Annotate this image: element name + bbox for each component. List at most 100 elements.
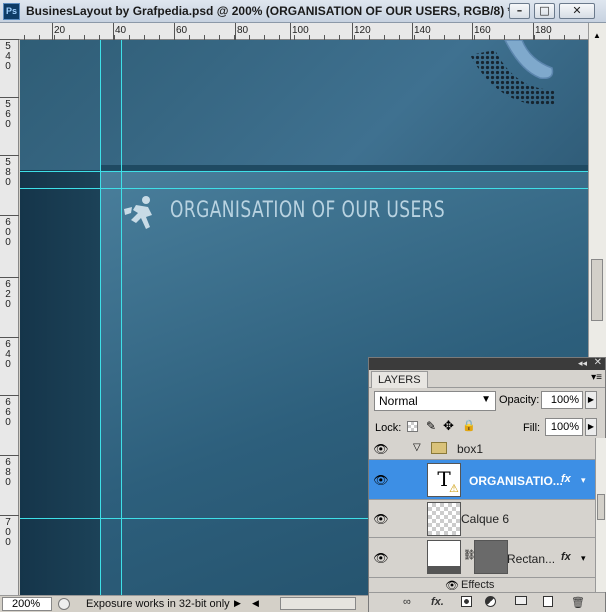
folder-icon [431, 442, 447, 454]
section-heading: ORGANISATION OF OUR USERS [170, 198, 446, 223]
horizontal-scroll-thumb[interactable] [280, 597, 356, 610]
decorative-halftone-graphic [470, 40, 555, 106]
close-button[interactable]: ✕ [559, 3, 595, 19]
layer-row[interactable]: 👁 ⛓ Rectan... fx ▾ [369, 538, 595, 578]
ruler-tick [0, 215, 19, 216]
layers-scroll-thumb[interactable] [597, 494, 605, 520]
left-shadow-panel [20, 170, 100, 595]
add-mask-icon[interactable] [461, 596, 472, 607]
layer-name[interactable]: Rectan... [507, 552, 555, 566]
ruler-label: 640 [5, 339, 11, 370]
group-name: box1 [457, 442, 484, 456]
visibility-eye-icon[interactable]: 👁 [373, 473, 389, 487]
transparent-layer-thumbnail [427, 502, 461, 536]
scroll-up-icon[interactable]: ▲ [591, 31, 603, 41]
opacity-label: Opacity: [499, 394, 540, 406]
ruler-tick [472, 23, 473, 40]
ruler-label: 700 [5, 517, 11, 548]
lock-all-icon[interactable]: 🔒 [462, 419, 476, 432]
ruler-tick [235, 23, 236, 40]
ruler-tick [0, 455, 19, 456]
expand-effects-icon[interactable]: ▾ [581, 475, 586, 486]
new-group-folder-icon[interactable] [515, 596, 527, 605]
chevron-down-icon[interactable]: ▽ [413, 442, 421, 453]
ruler-tick [0, 395, 19, 396]
status-menu-arrow-icon[interactable]: ▶ [234, 598, 241, 609]
visibility-eye-icon[interactable]: 👁 [373, 442, 389, 456]
ruler-label: 80 [237, 25, 249, 36]
blend-mode-select[interactable]: Normal ▼ [374, 391, 496, 411]
guide-horizontal[interactable] [20, 171, 588, 172]
title-bar: Ps BusinesLayout by Grafpedia.psd @ 200%… [0, 0, 606, 23]
status-bar: 200% Exposure works in 32-bit only ▶ [0, 595, 248, 612]
ruler-label: 60 [176, 25, 188, 36]
scroll-left-icon[interactable]: ◀ [252, 598, 259, 609]
ruler-tick [0, 39, 19, 40]
visibility-eye-icon[interactable]: 👁 [373, 551, 389, 565]
effects-label: Effects [461, 579, 495, 591]
ruler-tick [352, 23, 353, 40]
vertical-ruler[interactable]: 540 560 580 600 620 640 660 680 700 [0, 39, 19, 595]
layer-group-row[interactable]: 👁 ▽ box1 [369, 438, 595, 460]
ruler-label: 600 [5, 217, 11, 248]
warning-icon: ⚠ [449, 483, 459, 495]
link-layers-icon[interactable]: ∞ [403, 596, 411, 608]
lock-position-move-icon[interactable]: ✥ [443, 418, 454, 434]
layer-row[interactable]: 👁 Calque 6 [369, 500, 595, 538]
collapse-icon[interactable]: ◂◂ [578, 358, 587, 369]
panel-header-bar: ◂◂ ✕ [369, 357, 605, 370]
guide-vertical[interactable] [121, 40, 122, 595]
layer-row-selected[interactable]: 👁 T ⚠ ORGANISATIO... fx ▾ [369, 460, 595, 500]
layer-name[interactable]: Calque 6 [461, 512, 509, 526]
ruler-label: 40 [115, 25, 127, 36]
vertical-scrollbar[interactable]: ▲ [588, 23, 606, 363]
adjustment-layer-icon[interactable] [485, 596, 496, 607]
status-info-icon[interactable] [58, 598, 70, 610]
new-layer-icon[interactable] [543, 596, 553, 607]
status-message: Exposure works in 32-bit only [86, 598, 230, 610]
visibility-eye-icon[interactable]: 👁 [373, 512, 389, 526]
lock-transparency-icon[interactable] [407, 421, 418, 432]
effects-row[interactable]: 👁 Effects [369, 578, 595, 592]
panel-menu-icon[interactable]: ▾≡ [591, 372, 602, 383]
guide-vertical[interactable] [100, 40, 101, 595]
ruler-tick [0, 337, 19, 338]
maximize-button[interactable]: □ [534, 3, 555, 19]
guide-horizontal[interactable] [20, 188, 588, 189]
tab-layers[interactable]: LAYERS [371, 371, 428, 388]
fill-label: Fill: [523, 422, 541, 434]
blend-mode-value: Normal [379, 394, 418, 408]
layer-name[interactable]: ORGANISATIO... [469, 474, 563, 488]
minimize-button[interactable]: – [509, 3, 530, 19]
layers-scrollbar[interactable] [595, 438, 606, 592]
ruler-label: 620 [5, 279, 11, 310]
lock-image-brush-icon[interactable]: ✎ [426, 419, 436, 433]
vertical-scroll-thumb[interactable] [591, 259, 603, 321]
document-title: BusinesLayout by Grafpedia.psd @ 200% (O… [26, 4, 513, 18]
ruler-tick [52, 23, 53, 40]
panel-close-icon[interactable]: ✕ [594, 357, 602, 368]
add-style-fx-icon[interactable]: fx. [431, 596, 444, 608]
ruler-label: 540 [5, 41, 11, 72]
ruler-tick [412, 23, 413, 40]
zoom-level-field[interactable]: 200% [2, 597, 52, 611]
fx-icon[interactable]: fx [561, 473, 571, 485]
fill-slider-button[interactable]: ▶ [585, 418, 597, 436]
layers-panel: ◂◂ ✕ LAYERS ▾≡ Normal ▼ Opacity: 100% ▶ … [368, 357, 606, 612]
ruler-tick [0, 97, 19, 98]
ruler-tick [0, 155, 19, 156]
delete-layer-trash-icon[interactable]: 🗑 [571, 596, 585, 609]
chevron-down-icon: ▼ [481, 394, 491, 405]
photoshop-app-icon: Ps [3, 3, 20, 20]
opacity-field[interactable]: 100% [541, 391, 583, 409]
expand-effects-icon[interactable]: ▾ [581, 553, 586, 564]
ruler-label: 660 [5, 397, 11, 428]
runner-icon [124, 196, 152, 229]
fx-icon[interactable]: fx [561, 551, 571, 563]
horizontal-ruler[interactable]: 20 40 60 80 100 120 140 160 180 [0, 23, 588, 40]
opacity-slider-button[interactable]: ▶ [585, 391, 597, 409]
visibility-eye-icon[interactable]: 👁 [445, 579, 459, 592]
ruler-label: 580 [5, 157, 11, 188]
layers-bottom-toolbar: ∞ fx. 🗑 [369, 592, 605, 612]
fill-field[interactable]: 100% [545, 418, 583, 436]
